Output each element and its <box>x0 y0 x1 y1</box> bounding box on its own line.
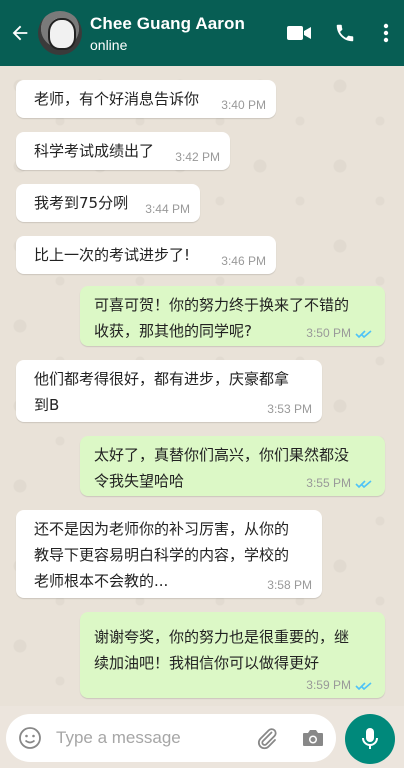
mic-button[interactable] <box>345 714 395 764</box>
back-button[interactable] <box>2 0 38 66</box>
message-text: 他们都考得很好，都有进步，庆豪都拿 <box>34 370 290 388</box>
message-text: 谢谢夸奖，你的努力也是很重要的，继 <box>94 628 350 646</box>
message-text: 教导下更容易明白科学的内容，学校的 <box>34 546 290 564</box>
read-receipt-icon <box>355 330 372 339</box>
more-vertical-icon <box>383 23 389 43</box>
message-time: 3:50 PM <box>306 326 351 340</box>
more-options-button[interactable] <box>368 0 404 66</box>
chat-header: Chee Guang Aaron online <box>0 0 404 66</box>
message-time: 3:58 PM <box>267 578 312 592</box>
emoji-icon <box>19 727 41 749</box>
mic-icon <box>362 728 378 749</box>
message-time: 3:53 PM <box>267 402 312 416</box>
back-arrow-icon <box>12 25 28 41</box>
message-list[interactable]: 老师，有个好消息告诉你 3:40 PM 科学考试成绩出了 3:42 PM 我考到… <box>0 66 404 706</box>
message-text: 可喜可贺！你的努力终于换来了不错的 <box>94 296 350 314</box>
message-time: 3:46 PM <box>221 254 266 268</box>
message-input-container[interactable]: Type a message <box>6 714 336 762</box>
message-input[interactable]: Type a message <box>56 728 244 748</box>
voice-call-button[interactable] <box>322 0 368 66</box>
message-bubble[interactable]: 比上一次的考试进步了! 3:46 PM <box>16 236 276 274</box>
message-time: 3:40 PM <box>221 98 266 112</box>
video-call-icon <box>287 26 311 40</box>
contact-name: Chee Guang Aaron <box>90 13 245 33</box>
avatar[interactable] <box>38 11 82 55</box>
camera-icon <box>303 730 323 746</box>
message-bubble[interactable]: 可喜可贺！你的努力终于换来了不错的 收获，那其他的同学呢? 3:50 PM <box>80 286 385 346</box>
message-text: 续加油吧！我相信你可以做得更好 <box>94 654 320 672</box>
message-composer: Type a message <box>0 706 404 768</box>
message-text: 我考到75分咧 <box>34 194 129 212</box>
emoji-button[interactable] <box>6 714 54 762</box>
attach-button[interactable] <box>244 714 290 762</box>
message-text: 还不是因为老师你的补习厉害，从你的 <box>34 520 290 538</box>
read-receipt-icon <box>355 480 372 489</box>
camera-button[interactable] <box>290 714 336 762</box>
message-text: 科学考试成绩出了 <box>34 142 155 160</box>
message-time: 3:59 PM <box>306 678 351 692</box>
message-text: 太好了，真替你们高兴，你们果然都没 <box>94 446 350 464</box>
message-bubble[interactable]: 还不是因为老师你的补习厉害，从你的 教导下更容易明白科学的内容，学校的 老师根本… <box>16 510 322 598</box>
message-bubble[interactable]: 我考到75分咧 3:44 PM <box>16 184 200 222</box>
message-time: 3:42 PM <box>175 150 220 164</box>
message-bubble[interactable]: 他们都考得很好，都有进步，庆豪都拿 到B 3:53 PM <box>16 360 322 422</box>
message-text: 老师，有个好消息告诉你 <box>34 90 200 108</box>
message-text: 比上一次的考试进步了! <box>34 246 191 264</box>
contact-info[interactable]: Chee Guang Aaron online <box>90 14 276 53</box>
video-call-button[interactable] <box>276 0 322 66</box>
read-receipt-icon <box>355 682 372 691</box>
message-bubble[interactable]: 谢谢夸奖，你的努力也是很重要的，继 续加油吧！我相信你可以做得更好 3:59 P… <box>80 612 385 698</box>
attach-icon <box>257 728 277 750</box>
message-bubble[interactable]: 太好了，真替你们高兴，你们果然都没 令我失望哈哈 3:55 PM <box>80 436 385 496</box>
message-bubble[interactable]: 科学考试成绩出了 3:42 PM <box>16 132 230 170</box>
contact-status: online <box>90 36 128 53</box>
phone-icon <box>336 24 354 42</box>
message-bubble[interactable]: 老师，有个好消息告诉你 3:40 PM <box>16 80 276 118</box>
message-time: 3:55 PM <box>306 476 351 490</box>
message-time: 3:44 PM <box>145 202 190 216</box>
